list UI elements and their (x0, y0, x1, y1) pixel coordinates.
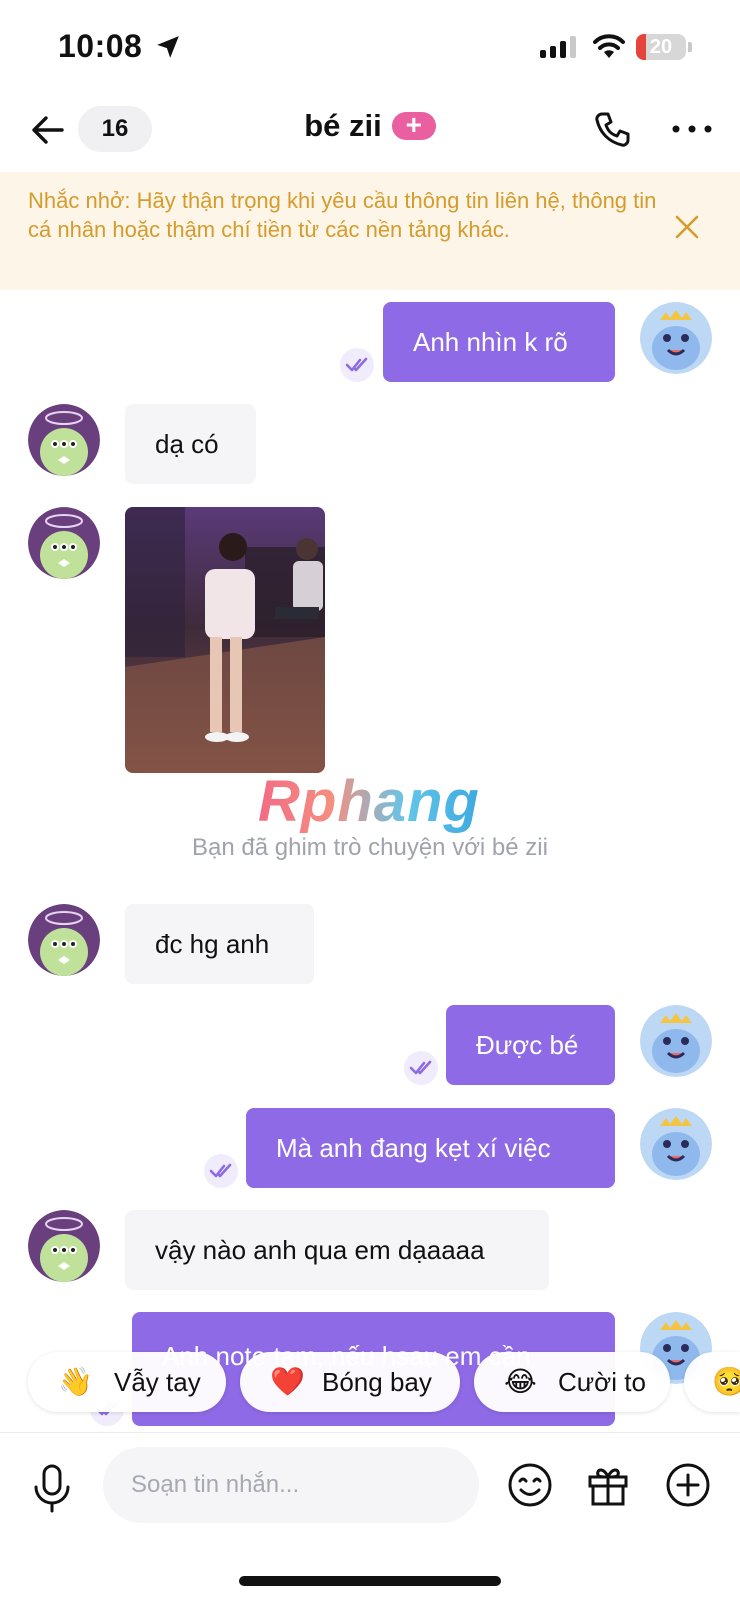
message-bubble-outgoing[interactable]: Mà anh đang kẹt xí việc (246, 1108, 615, 1188)
gift-icon[interactable] (584, 1461, 632, 1509)
quick-reply-wave[interactable]: 👋 Vẫy tay (28, 1352, 226, 1412)
quick-reply-balloon[interactable]: ❤️ Bóng bay (240, 1352, 460, 1412)
battery-percent: 20 (649, 36, 673, 58)
location-arrow-icon (157, 36, 179, 58)
seen-check-icon (204, 1154, 238, 1188)
heart-icon: ❤️ (270, 1366, 305, 1397)
quick-reply-laugh[interactable]: 😂 Cười to (474, 1352, 670, 1412)
my-avatar[interactable] (640, 1108, 712, 1180)
safety-notice-text: Nhắc nhở: Hãy thận trọng khi yêu cầu thô… (28, 188, 657, 242)
add-attachment-icon[interactable] (664, 1461, 712, 1509)
laugh-icon: 😂 (504, 1366, 537, 1397)
wave-icon: 👋 (58, 1366, 93, 1397)
contact-avatar[interactable] (28, 404, 100, 476)
message-bubble-incoming[interactable]: vậy nào anh qua em dạaaaa (125, 1210, 549, 1290)
more-options-icon[interactable] (668, 114, 716, 144)
message-text: Mà anh đang kẹt xí việc (276, 1133, 551, 1163)
plus-badge: + (391, 111, 436, 140)
message-text: dạ có (155, 429, 219, 459)
message-text: Được bé (476, 1030, 579, 1060)
seen-check-icon (340, 348, 374, 382)
emoji-icon[interactable] (506, 1461, 554, 1509)
wifi-icon (593, 34, 625, 58)
contact-avatar[interactable] (28, 1210, 100, 1282)
phone-call-icon[interactable] (590, 108, 634, 152)
status-bar: 10:08 20 (0, 0, 740, 96)
battery-icon: 20 (636, 34, 686, 60)
quick-reply-label: Bóng bay (322, 1367, 432, 1397)
quick-reply-label: Cười to (558, 1367, 646, 1397)
home-indicator[interactable] (239, 1576, 501, 1586)
battery-cap (688, 42, 692, 52)
my-avatar[interactable] (640, 1005, 712, 1077)
system-message: Bạn đã ghim trò chuyện với bé zii (192, 834, 548, 861)
quick-reply-pleading[interactable]: 🥺 (684, 1352, 740, 1412)
message-input[interactable] (103, 1447, 479, 1523)
pleading-face-icon: 🥺 (712, 1366, 740, 1397)
seen-check-icon (404, 1051, 438, 1085)
message-text: đc hg anh (155, 929, 270, 959)
microphone-icon[interactable] (30, 1463, 74, 1515)
quick-reaction-bar: 👋 Vẫy tay ❤️ Bóng bay 😂 Cười to 🥺 (0, 1352, 740, 1418)
quick-reply-label: Vẫy tay (114, 1367, 201, 1397)
photo-message[interactable] (125, 507, 325, 773)
safety-notice-banner: Nhắc nhở: Hãy thận trọng khi yêu cầu thô… (0, 172, 740, 290)
contact-avatar[interactable] (28, 904, 100, 976)
message-text: vậy nào anh qua em dạaaaa (155, 1235, 485, 1265)
watermark-logo: Rphang (258, 769, 480, 834)
close-icon[interactable] (674, 214, 700, 240)
message-bubble-outgoing[interactable]: Anh nhìn k rõ (383, 302, 615, 382)
my-avatar[interactable] (640, 302, 712, 374)
contact-avatar[interactable] (28, 507, 100, 579)
message-bubble-incoming[interactable]: dạ có (125, 404, 256, 484)
message-bubble-incoming[interactable]: đc hg anh (125, 904, 314, 984)
message-text: Anh nhìn k rõ (413, 327, 568, 357)
chat-title[interactable]: bé zii (304, 108, 382, 144)
message-bubble-outgoing[interactable]: Được bé (446, 1005, 615, 1085)
cellular-signal-icon (540, 36, 576, 58)
chat-header: 16 bé zii + (0, 96, 740, 172)
status-time: 10:08 (58, 28, 143, 64)
